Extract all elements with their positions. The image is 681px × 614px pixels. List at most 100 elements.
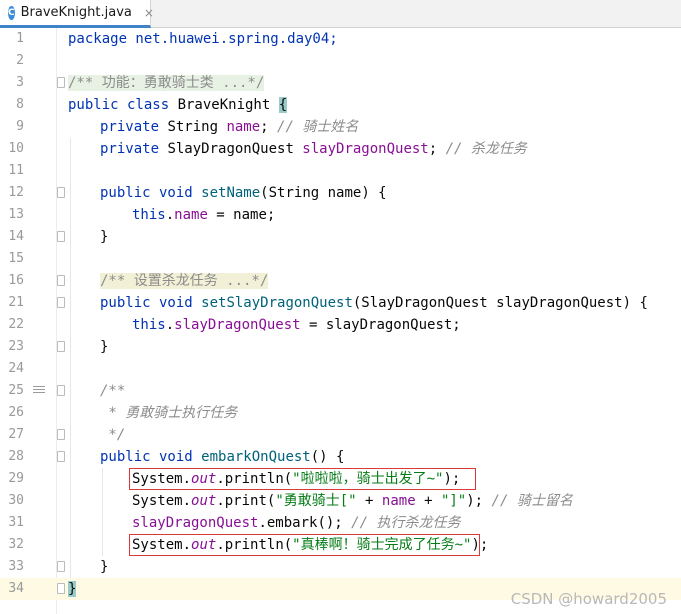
string-literal: "]" bbox=[440, 493, 467, 509]
line-number: 13 bbox=[8, 207, 24, 222]
code-line: 1 package net.huawei.spring.day04; bbox=[0, 28, 681, 50]
code-line: 12 public void setName(String name) { bbox=[0, 182, 681, 204]
line-number: 14 bbox=[8, 229, 24, 244]
line-number: 8 bbox=[16, 97, 24, 112]
line-number: 28 bbox=[8, 449, 24, 464]
fold-icon[interactable] bbox=[57, 451, 65, 462]
comment: // 执行杀龙任务 bbox=[351, 515, 461, 531]
fold-icon[interactable] bbox=[57, 561, 65, 572]
brace: } bbox=[100, 339, 109, 355]
brace: } bbox=[100, 229, 109, 245]
package-statement: package net.huawei.spring.day04; bbox=[68, 31, 338, 47]
keyword: public void bbox=[100, 185, 202, 201]
fold-icon[interactable] bbox=[57, 341, 65, 352]
static-field: out bbox=[191, 471, 217, 487]
fold-icon[interactable] bbox=[57, 187, 65, 198]
method-name: embarkOnQuest bbox=[201, 449, 311, 465]
close-icon[interactable]: × bbox=[144, 6, 154, 20]
keyword: this bbox=[132, 317, 166, 333]
code-line: 10 private SlayDragonQuest slayDragonQue… bbox=[0, 138, 681, 160]
code-editor[interactable]: 1 package net.huawei.spring.day04; 2 3 /… bbox=[0, 28, 681, 614]
code-text: package net.huawei.spring.day04; bbox=[68, 28, 338, 50]
field-name: name bbox=[226, 119, 261, 135]
method-call: .print( bbox=[216, 493, 276, 509]
field-name: slayDragonQuest bbox=[174, 317, 301, 333]
class-name: BraveKnight bbox=[177, 97, 279, 113]
fold-icon[interactable] bbox=[57, 297, 65, 308]
code-line: 15 bbox=[0, 248, 681, 270]
line-number: 27 bbox=[8, 427, 24, 442]
code-line: 11 bbox=[0, 160, 681, 182]
code-line: 9 private String name; // 骑士姓名 bbox=[0, 116, 681, 138]
code-line: 25 /** bbox=[0, 380, 681, 402]
comment: // 骑士姓名 bbox=[277, 119, 359, 135]
brace: } bbox=[68, 581, 77, 597]
code-line: 8 public class BraveKnight { bbox=[0, 94, 681, 116]
type: String bbox=[167, 119, 227, 135]
method-call: .println( bbox=[216, 471, 293, 487]
code-line: 27 */ bbox=[0, 424, 681, 446]
string-literal: "真棒啊！骑士完成了任务~" bbox=[292, 537, 472, 553]
render-doc-icon[interactable] bbox=[33, 386, 45, 396]
fold-icon[interactable] bbox=[57, 385, 65, 396]
punct: . bbox=[165, 207, 175, 223]
keyword: this bbox=[132, 207, 166, 223]
java-class-icon: C bbox=[8, 5, 15, 20]
method-name: setName bbox=[201, 185, 261, 201]
operator: + bbox=[356, 493, 382, 509]
line-number: 11 bbox=[8, 163, 24, 178]
code-line: 31 slayDragonQuest.embark(); // 执行杀龙任务 bbox=[0, 512, 681, 534]
line-number: 15 bbox=[8, 251, 24, 266]
folded-doc-comment[interactable]: /** 设置杀龙任务 ...*/ bbox=[100, 273, 269, 289]
fold-icon[interactable] bbox=[57, 231, 65, 242]
punct: ); bbox=[443, 471, 461, 487]
watermark: CSDN @howard2005 bbox=[510, 590, 667, 608]
line-number: 34 bbox=[8, 581, 24, 596]
params: () { bbox=[310, 449, 345, 465]
field-name: name bbox=[381, 493, 416, 509]
code-line: 16 /** 设置杀龙任务 ...*/ bbox=[0, 270, 681, 292]
punct: ); bbox=[471, 537, 489, 553]
field-name: slayDragonQuest bbox=[132, 515, 259, 531]
brace: } bbox=[100, 559, 109, 575]
static-field: out bbox=[191, 537, 217, 553]
doc-comment: /** bbox=[100, 383, 126, 399]
line-number: 10 bbox=[8, 141, 24, 156]
line-number: 16 bbox=[8, 273, 24, 288]
line-number: 1 bbox=[16, 31, 24, 46]
keyword: public void bbox=[100, 449, 202, 465]
params: (String name) { bbox=[260, 185, 387, 201]
keyword: private bbox=[100, 141, 168, 157]
fold-icon[interactable] bbox=[57, 275, 65, 286]
line-number: 9 bbox=[16, 119, 24, 134]
fold-icon[interactable] bbox=[57, 429, 65, 440]
editor-tab-bar: C BraveKnight.java × bbox=[0, 0, 681, 28]
fold-icon[interactable] bbox=[57, 77, 65, 88]
static-field: out bbox=[191, 493, 217, 509]
code-line: 24 bbox=[0, 358, 681, 380]
doc-comment: * 勇敢骑士执行任务 bbox=[100, 405, 238, 421]
brace: { bbox=[278, 97, 288, 113]
tab-braveknight-java[interactable]: C BraveKnight.java × bbox=[0, 0, 154, 28]
code-line: 29 System.out.println("啦啦啦，骑士出发了~"); bbox=[0, 468, 681, 490]
type: SlayDragonQuest bbox=[167, 141, 303, 157]
keyword: private bbox=[100, 119, 168, 135]
code-line: 33 } bbox=[0, 556, 681, 578]
field-name: slayDragonQuest bbox=[302, 141, 429, 157]
keyword: public class bbox=[68, 97, 178, 113]
assignment: = name; bbox=[207, 207, 276, 223]
fold-icon[interactable] bbox=[57, 583, 65, 594]
field-name: name bbox=[174, 207, 208, 223]
line-number: 23 bbox=[8, 339, 24, 354]
folded-doc-comment[interactable]: /** 功能：勇敢骑士类 ...*/ bbox=[68, 75, 265, 91]
string-literal: "啦啦啦，骑士出发了~" bbox=[292, 471, 444, 487]
line-number: 22 bbox=[8, 317, 24, 332]
doc-comment: */ bbox=[100, 427, 126, 443]
code-line: 23 } bbox=[0, 336, 681, 358]
operator: + bbox=[415, 493, 441, 509]
line-number: 2 bbox=[16, 53, 24, 68]
class-ref: System. bbox=[132, 471, 192, 487]
punct: ; bbox=[260, 119, 278, 135]
line-number: 21 bbox=[8, 295, 24, 310]
line-number: 33 bbox=[8, 559, 24, 574]
